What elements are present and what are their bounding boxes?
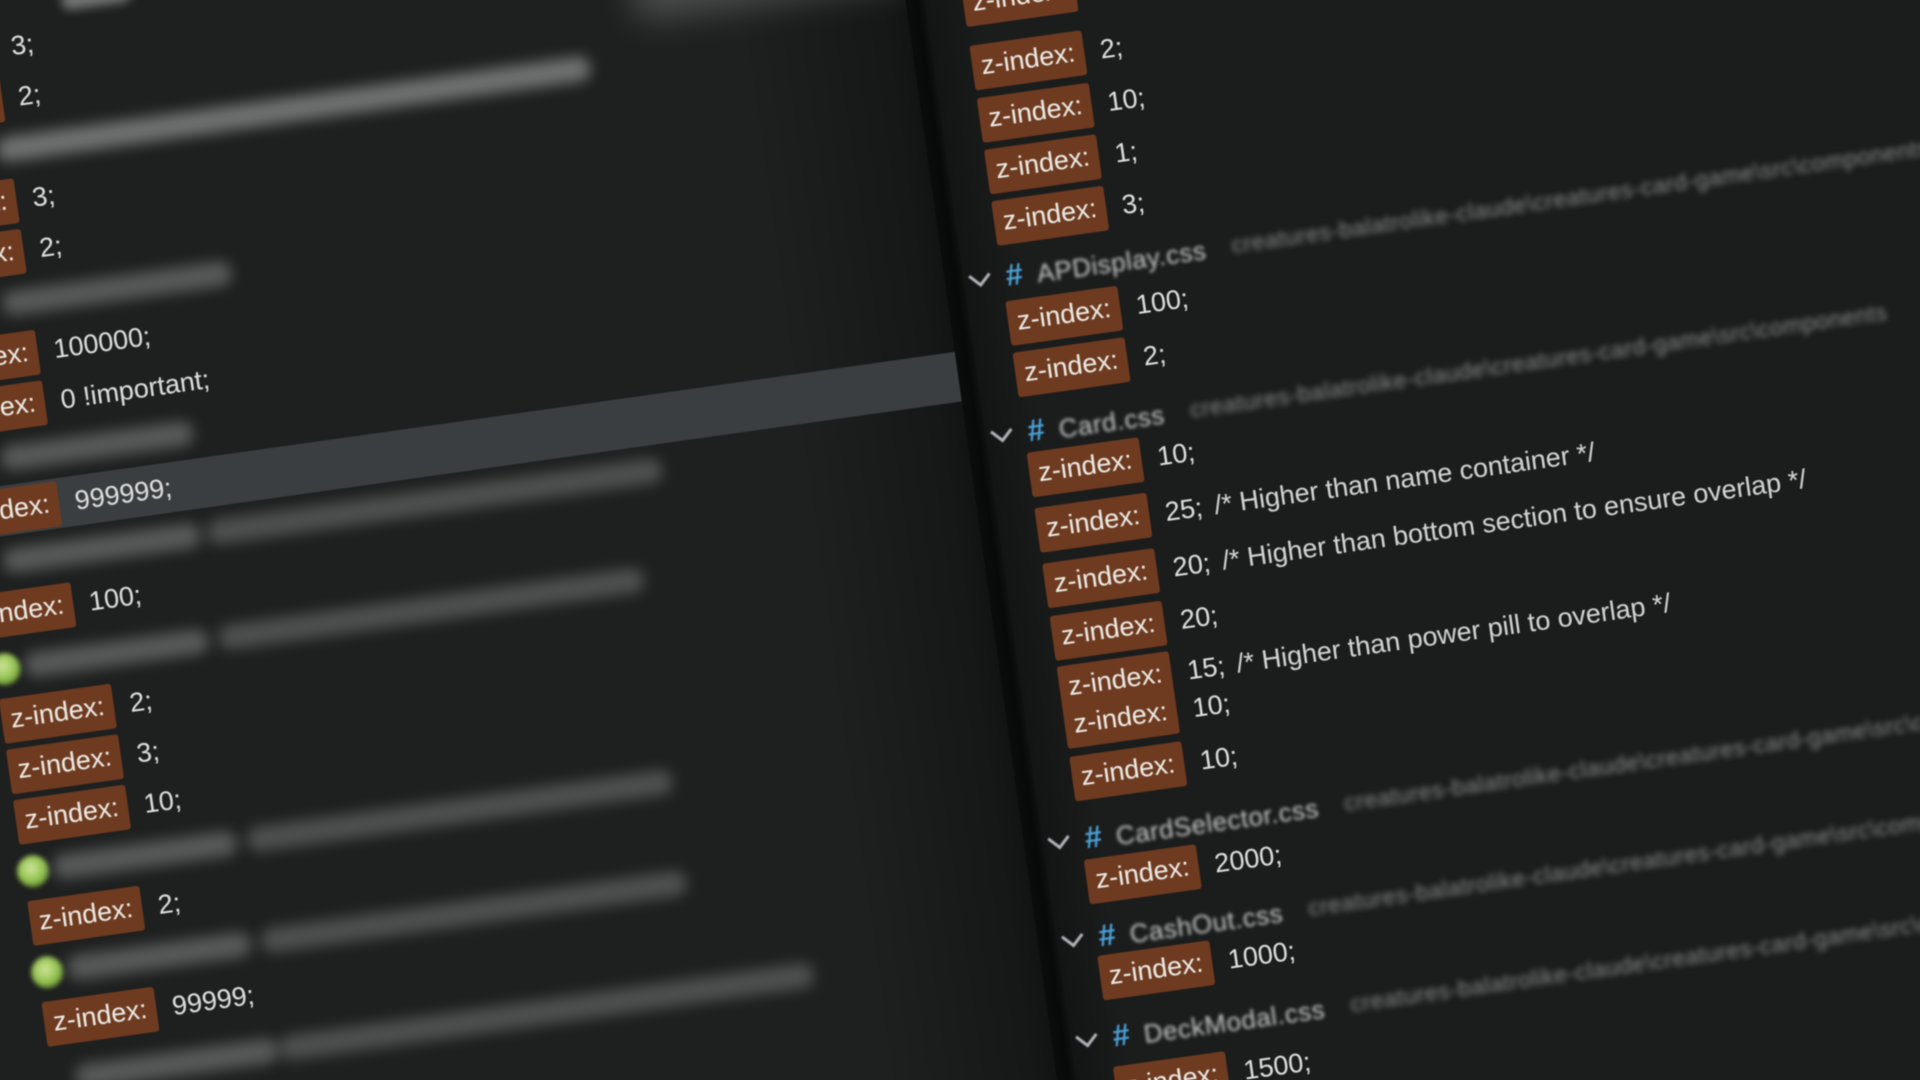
chevron-down-icon xyxy=(990,420,1012,442)
match-value: 10; xyxy=(1191,740,1240,777)
match-value: 20; xyxy=(1163,547,1212,584)
css-file-icon: # xyxy=(1096,916,1118,954)
green-dot-file-icon xyxy=(15,853,51,889)
match-highlight: z-index: xyxy=(0,582,76,642)
match-value: 3; xyxy=(23,179,57,214)
match-highlight: z-index: xyxy=(960,0,1078,27)
match-value: 1000; xyxy=(1218,935,1297,976)
match-value: 1500; xyxy=(1234,1046,1313,1080)
match-value: 2; xyxy=(1082,0,1116,3)
css-file-icon: # xyxy=(1082,818,1104,856)
match-value: 3; xyxy=(2,28,36,63)
match-value: 100; xyxy=(80,579,144,618)
chevron-down-icon xyxy=(1075,1025,1097,1047)
match-value: 2; xyxy=(1134,338,1168,373)
left-panel[interactable]: z-index: 3;z-index: 2;z-index: 3;z-index… xyxy=(0,0,1078,1080)
match-value: 2; xyxy=(30,230,64,265)
match-highlight: z-index: xyxy=(1012,337,1130,397)
chevron-down-icon xyxy=(1061,925,1083,947)
match-value: 25; xyxy=(1156,492,1205,529)
green-dot-file-icon xyxy=(29,954,65,990)
match-highlight: z-index: xyxy=(1069,741,1187,801)
redacted-file-name-blob xyxy=(74,1037,280,1080)
match-value: 10; xyxy=(1183,688,1232,725)
match-value: 3; xyxy=(1112,187,1146,222)
green-dot-file-icon xyxy=(0,651,23,687)
rotated-stage: z-index: 3;z-index: 2;z-index: 3;z-index… xyxy=(0,0,1920,1080)
match-highlight: z-index: xyxy=(969,30,1087,90)
match-highlight: z-index: xyxy=(1042,548,1160,608)
match-value: 10; xyxy=(1098,82,1147,119)
match-value: 100; xyxy=(1126,283,1190,322)
chevron-down-icon xyxy=(1047,827,1069,849)
match-value: 10; xyxy=(134,784,183,821)
match-value: 2; xyxy=(148,887,182,922)
css-file-icon: # xyxy=(1003,256,1025,294)
screenshot-viewport: z-index: 3;z-index: 2;z-index: 3;z-index… xyxy=(0,0,1920,1080)
match-value: 2; xyxy=(1091,31,1125,66)
match-value: 100000; xyxy=(44,320,152,365)
match-value: 20; xyxy=(1171,600,1220,637)
match-value: 2; xyxy=(9,78,43,113)
match-value: 10; xyxy=(1148,436,1197,473)
css-file-icon: # xyxy=(1025,411,1047,449)
right-panel[interactable]: z-index: 2;z-index: 2;z-index: 10;z-inde… xyxy=(902,0,1920,1080)
chevron-down-icon xyxy=(968,265,990,287)
match-value: 3; xyxy=(127,735,161,770)
match-value: 2; xyxy=(120,685,154,720)
match-highlight: z-index: xyxy=(991,185,1109,245)
match-highlight: z-index: xyxy=(1034,492,1152,552)
match-value: 1; xyxy=(1105,135,1139,170)
match-value: 999999; xyxy=(65,472,173,517)
css-file-icon: # xyxy=(1110,1016,1132,1054)
match-value: 99999; xyxy=(163,979,257,1022)
match-value: 2000; xyxy=(1205,839,1284,880)
